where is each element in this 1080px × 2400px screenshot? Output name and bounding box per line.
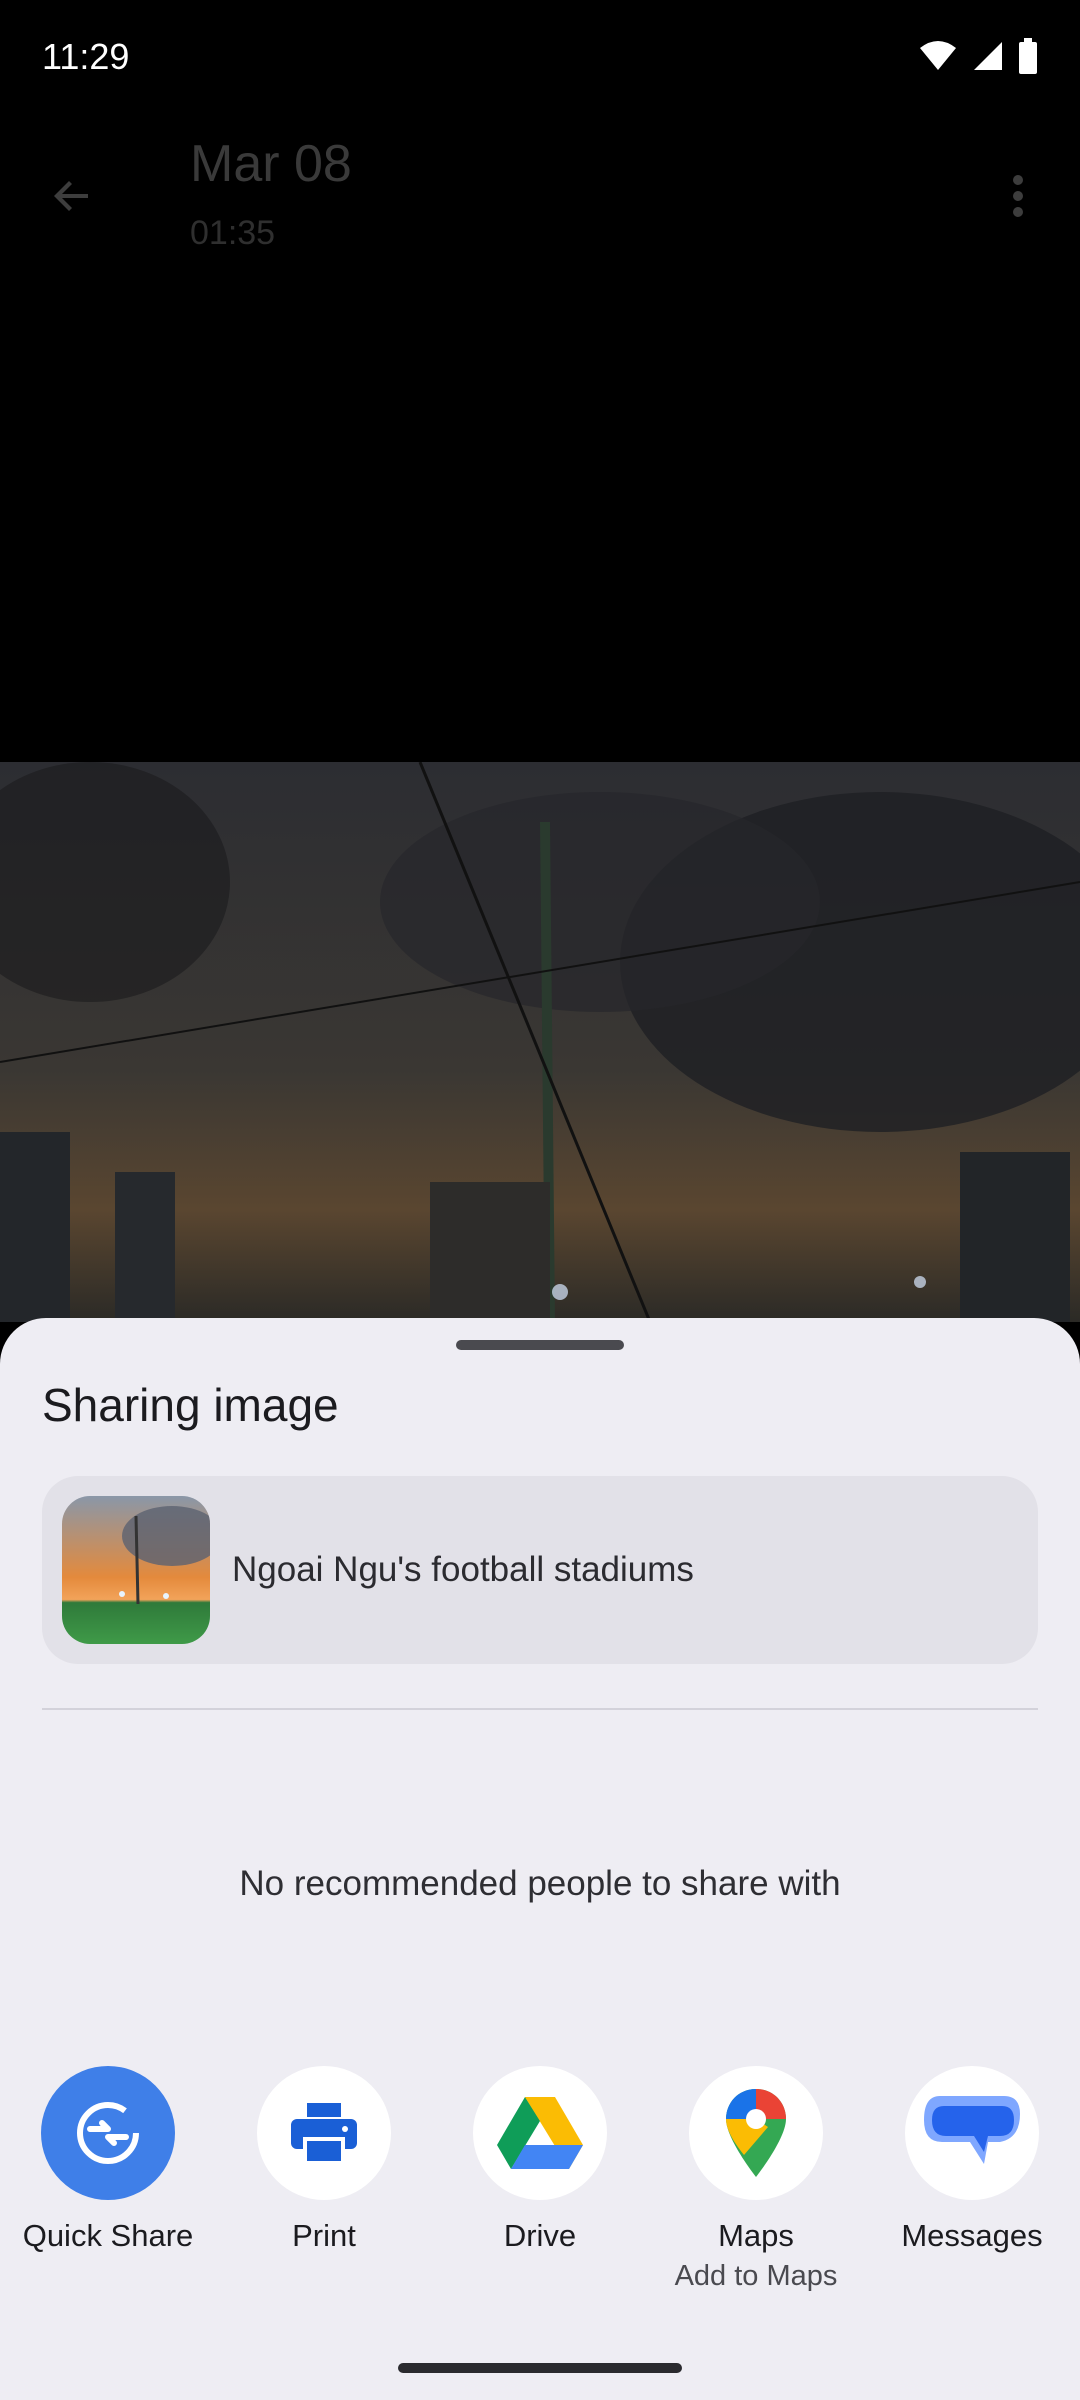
app-sublabel: Add to Maps — [674, 2260, 838, 2292]
signal-icon — [974, 42, 1002, 70]
status-icons — [918, 38, 1038, 74]
no-recommendations-text: No recommended people to share with — [239, 1864, 841, 1903]
more-options-button[interactable] — [982, 160, 1054, 232]
sheet-title: Sharing image — [42, 1379, 339, 1431]
more-vert-icon — [1013, 175, 1023, 217]
app-label: Messages — [901, 2218, 1043, 2253]
share-preview-card: Ngoai Ngu's football stadiums — [42, 1476, 1038, 1664]
photo-date: Mar 08 — [190, 135, 352, 193]
back-button[interactable] — [36, 160, 108, 232]
maps-icon — [689, 2066, 823, 2200]
share-apps-row: Quick Share Print Drive Maps Add to Maps… — [0, 2066, 1080, 2316]
photo-time: 01:35 — [190, 214, 276, 252]
app-label: Print — [292, 2218, 356, 2253]
drag-handle[interactable] — [456, 1340, 624, 1350]
share-sheet: Sharing image Ngoai Ngu's football stadi… — [0, 1318, 1080, 2400]
quick-share-icon — [41, 2066, 175, 2200]
drive-icon — [473, 2066, 607, 2200]
navigation-handle[interactable] — [398, 2363, 682, 2373]
photo-image[interactable] — [0, 762, 1080, 1322]
maps-target[interactable]: Maps Add to Maps — [648, 2066, 864, 2293]
status-bar: 11:29 — [0, 0, 1080, 118]
divider — [42, 1708, 1038, 1710]
preview-thumbnail — [62, 1496, 210, 1644]
battery-icon — [1019, 38, 1037, 74]
preview-text: Ngoai Ngu's football stadiums — [232, 1550, 694, 1589]
quick-share-target[interactable]: Quick Share — [0, 2066, 216, 2254]
app-label: Quick Share — [22, 2218, 194, 2253]
status-time: 11:29 — [42, 36, 130, 77]
print-target[interactable]: Print — [216, 2066, 432, 2254]
drive-target[interactable]: Drive — [432, 2066, 648, 2254]
messages-target[interactable]: Messages — [864, 2066, 1080, 2254]
print-icon — [257, 2066, 391, 2200]
messages-icon — [905, 2066, 1039, 2200]
app-label: Maps — [718, 2218, 794, 2253]
app-label: Drive — [503, 2218, 577, 2253]
arrow-back-icon — [54, 181, 88, 211]
app-bar: Mar 08 01:35 — [0, 118, 1080, 268]
wifi-icon — [920, 41, 956, 70]
